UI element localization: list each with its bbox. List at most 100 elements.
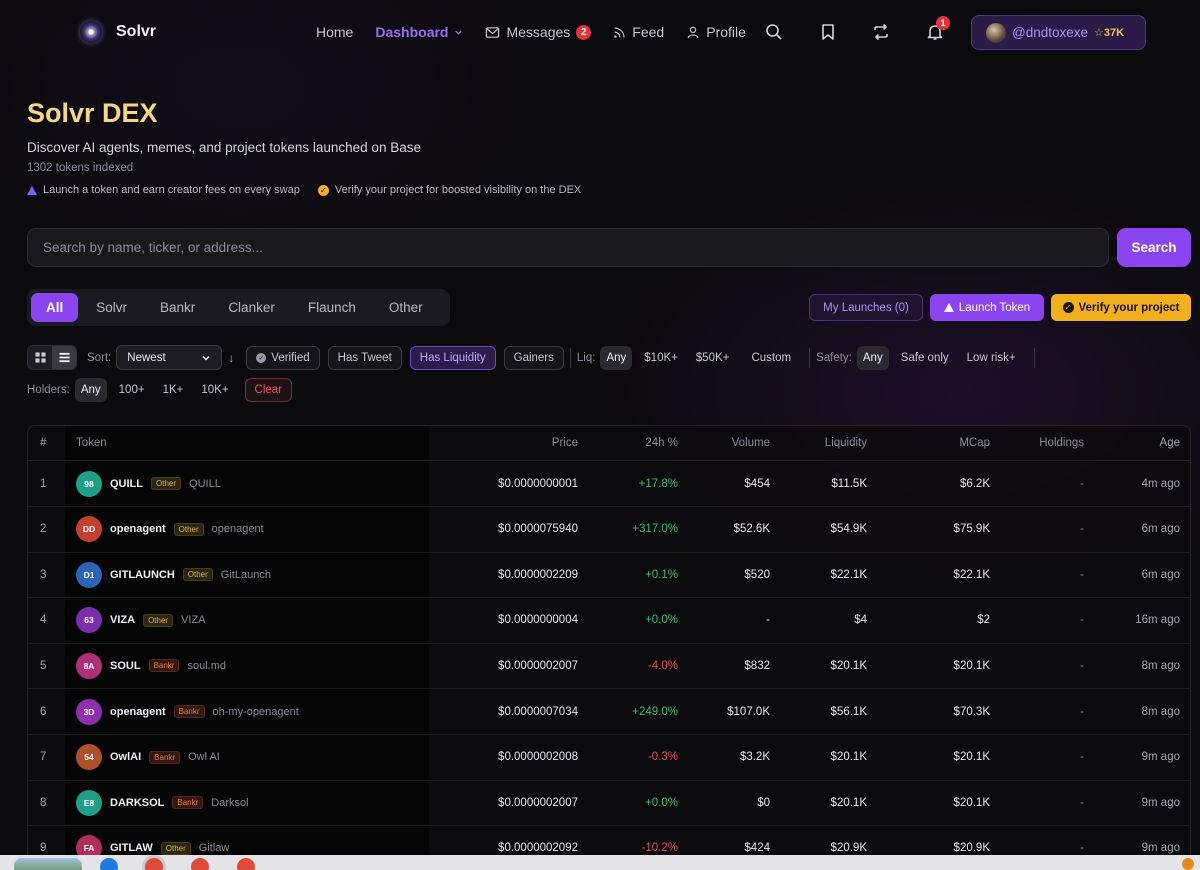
search-icon[interactable] xyxy=(764,22,784,42)
nav-profile[interactable]: Profile xyxy=(686,24,746,40)
landscape-thumbnail[interactable] xyxy=(14,858,82,870)
chevron-down-icon xyxy=(455,30,463,35)
col-age[interactable]: Age xyxy=(1160,426,1180,460)
liq-custom[interactable]: Custom xyxy=(745,346,797,370)
row-mcap: $22.1K xyxy=(953,568,990,581)
col-mcap[interactable]: MCap xyxy=(959,426,990,460)
col-change[interactable]: 24h % xyxy=(645,426,678,460)
launch-token-button[interactable]: Launch Token xyxy=(930,294,1044,321)
row-mcap: $6.2K xyxy=(959,477,990,490)
row-holdings: - xyxy=(1080,796,1084,809)
chrome-icon[interactable] xyxy=(237,858,255,870)
table-row[interactable]: 8 E8 DARKSOL Bankr Darksol $0.0000002007 +0.0%… xyxy=(28,780,1190,827)
holders-10k[interactable]: 10K+ xyxy=(195,378,234,402)
nav-feed[interactable]: Feed xyxy=(613,24,664,40)
liq-10k[interactable]: $10K+ xyxy=(638,346,684,370)
tab-clanker[interactable]: Clanker xyxy=(213,293,290,322)
gainers-filter[interactable]: Gainers xyxy=(503,345,564,370)
row-liquidity: $22.1K xyxy=(830,568,867,581)
search-button[interactable]: Search xyxy=(1117,228,1191,267)
grid-view-icon[interactable] xyxy=(28,346,52,369)
row-token[interactable]: 54 OwlAI Bankr Owl AI xyxy=(76,735,220,780)
table-row[interactable]: 2 DD openagent Other openagent $0.0000075940 +… xyxy=(28,507,1190,553)
tab-bankr[interactable]: Bankr xyxy=(145,293,210,322)
row-liquidity: $4 xyxy=(854,614,867,627)
token-name: Darksol xyxy=(211,796,249,809)
table-row[interactable]: 3 D1 GITLAUNCH Other GitLaunch $0.0000002209 +… xyxy=(28,552,1190,599)
brand-logo[interactable]: Solvr xyxy=(80,21,156,43)
liq-any[interactable]: Any xyxy=(600,345,633,370)
row-token[interactable]: 3D openagent Bankr oh-my-openagent xyxy=(76,689,299,734)
clear-filters-button[interactable]: Clear xyxy=(244,378,293,402)
verify-project-button[interactable]: ✓ Verify your project xyxy=(1051,294,1191,321)
nav-home[interactable]: Home xyxy=(316,24,353,40)
token-name: VIZA xyxy=(181,614,206,627)
token-avatar: 3D xyxy=(76,698,102,725)
row-token[interactable]: DD openagent Other openagent xyxy=(76,507,264,552)
col-token[interactable]: Token xyxy=(76,426,107,460)
holders-100[interactable]: 100+ xyxy=(113,378,151,402)
table-row[interactable]: 7 54 OwlAI Bankr Owl AI $0.0000002008 -0.3% $3.… xyxy=(28,735,1190,781)
star-count: 37K xyxy=(1103,27,1125,39)
row-mcap: $20.1K xyxy=(953,659,990,672)
row-token[interactable]: E8 DARKSOL Bankr Darksol xyxy=(76,780,249,825)
row-price: $0.0000002008 xyxy=(498,751,578,764)
has-tweet-filter[interactable]: Has Tweet xyxy=(327,345,402,370)
user-menu-button[interactable]: @dndtoxexe ☆37K xyxy=(971,15,1146,50)
row-age: 16m ago xyxy=(1135,614,1180,627)
row-token[interactable]: 8A SOUL Bankr soul.md xyxy=(76,643,226,688)
notification-icon[interactable] xyxy=(1182,858,1194,870)
row-price: $0.0000000001 xyxy=(498,477,578,490)
divider xyxy=(569,347,571,368)
safety-low-risk[interactable]: Low risk+ xyxy=(961,346,1022,370)
row-volume: $107.0K xyxy=(727,705,770,718)
nav-messages[interactable]: Messages 2 xyxy=(485,24,592,40)
tab-other[interactable]: Other xyxy=(374,293,438,322)
token-symbol: QUILL xyxy=(110,477,143,490)
table-row[interactable]: 6 3D openagent Bankr oh-my-openagent $0.00000… xyxy=(28,689,1190,735)
row-volume: $0 xyxy=(757,796,770,809)
nav-dashboard[interactable]: Dashboard xyxy=(375,24,463,40)
col-holdings[interactable]: Holdings xyxy=(1039,426,1084,460)
nav-feed-label: Feed xyxy=(632,24,665,40)
row-token[interactable]: 98 QUILL Other QUILL xyxy=(76,461,221,506)
nav-links: Home Dashboard Messages 2 Feed Profile xyxy=(316,24,768,40)
list-view-icon[interactable] xyxy=(52,346,76,369)
tab-all[interactable]: All xyxy=(31,293,79,322)
chevron-down-icon xyxy=(202,355,210,361)
chrome-icon[interactable] xyxy=(191,858,209,870)
col-volume[interactable]: Volume xyxy=(732,426,770,460)
holders-label: Holders: xyxy=(27,384,70,396)
triangle-icon xyxy=(27,185,37,195)
liq-50k[interactable]: $50K+ xyxy=(690,346,736,370)
safety-safe-only[interactable]: Safe only xyxy=(895,346,955,370)
tab-flaunch[interactable]: Flaunch xyxy=(293,293,371,322)
col-price[interactable]: Price xyxy=(552,426,578,460)
bookmark-icon[interactable] xyxy=(818,22,838,42)
has-liquidity-filter[interactable]: Has Liquidity xyxy=(409,345,496,370)
chrome-icon[interactable] xyxy=(145,858,163,870)
row-liquidity: $56.1K xyxy=(830,705,867,718)
holders-1k[interactable]: 1K+ xyxy=(157,378,190,402)
row-mcap: $20.1K xyxy=(953,796,990,809)
browser-icon[interactable] xyxy=(100,858,118,870)
table-row[interactable]: 1 98 QUILL Other QUILL $0.0000000001 +17.8% $45… xyxy=(28,461,1190,507)
rss-icon xyxy=(614,26,625,38)
search-input[interactable] xyxy=(27,228,1109,267)
sort-direction-icon[interactable]: ↓ xyxy=(228,351,234,365)
col-liquidity[interactable]: Liquidity xyxy=(825,426,867,460)
my-launches-button[interactable]: My Launches (0) xyxy=(809,294,923,321)
sort-select[interactable]: Newest xyxy=(116,345,223,370)
table-row[interactable]: 4 63 VIZA Other VIZA $0.0000000004 +0.0% - $4 $2 -… xyxy=(28,598,1190,644)
row-token[interactable]: D1 GITLAUNCH Other GitLaunch xyxy=(76,552,271,597)
verified-filter[interactable]: ✓ Verified xyxy=(246,345,320,370)
table-row[interactable]: 5 8A SOUL Bankr soul.md $0.0000002007 -4.0% $83… xyxy=(28,643,1190,690)
holders-any[interactable]: Any xyxy=(74,378,107,402)
row-volume: $520 xyxy=(744,568,770,581)
safety-any[interactable]: Any xyxy=(856,345,889,370)
swap-icon[interactable] xyxy=(871,22,891,42)
safety-label: Safety: xyxy=(816,351,852,364)
row-price: $0.0000075940 xyxy=(498,523,578,536)
tab-solvr[interactable]: Solvr xyxy=(81,293,142,322)
row-token[interactable]: 63 VIZA Other VIZA xyxy=(76,598,206,643)
